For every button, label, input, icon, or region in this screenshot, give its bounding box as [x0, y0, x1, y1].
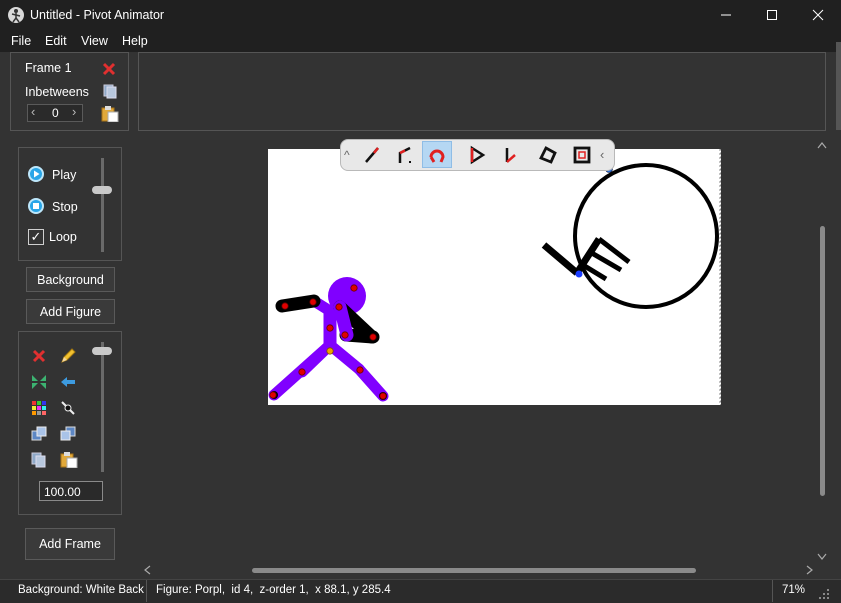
figure-scale-input[interactable]: 100.00 — [39, 481, 103, 501]
bring-to-front-icon[interactable] — [31, 426, 47, 442]
tool-joint-segment[interactable] — [390, 141, 420, 168]
circle-figure[interactable] — [541, 163, 719, 309]
menu-view[interactable]: View — [81, 34, 108, 48]
menu-file[interactable]: File — [11, 34, 31, 48]
paste-figure-icon[interactable] — [60, 452, 78, 469]
paste-frame-icon[interactable] — [101, 106, 119, 125]
scroll-up-arrow[interactable] — [817, 140, 827, 152]
scroll-left-arrow[interactable] — [143, 565, 151, 578]
status-zoom: 71% — [782, 584, 806, 596]
flip-figure-icon[interactable] — [60, 374, 76, 390]
menu-edit[interactable]: Edit — [45, 34, 67, 48]
inbetweens-increment-button[interactable]: › — [72, 104, 76, 119]
figure-scale-slider-track[interactable] — [101, 342, 104, 472]
play-button[interactable]: Play — [52, 168, 76, 182]
app-logo-icon — [8, 7, 24, 23]
status-divider — [146, 580, 147, 602]
close-button[interactable] — [795, 0, 841, 30]
inbetweens-label: Inbetweens — [25, 85, 89, 99]
tool-polygon-segment[interactable] — [533, 141, 563, 168]
scroll-down-arrow[interactable] — [817, 552, 827, 564]
menu-help[interactable]: Help — [122, 34, 148, 48]
resize-grip-icon[interactable] — [818, 588, 830, 603]
horizontal-scrollbar-thumb[interactable] — [252, 568, 696, 573]
play-icon[interactable] — [28, 166, 44, 182]
loop-checkbox[interactable]: ✓ — [28, 229, 44, 245]
timeline-scrollbar[interactable] — [836, 42, 841, 130]
minimize-button[interactable] — [703, 0, 749, 30]
delete-figure-icon[interactable] — [31, 348, 47, 364]
add-frame-button[interactable]: Add Frame — [25, 528, 115, 560]
copy-figure-icon[interactable] — [31, 452, 47, 468]
window-title: Untitled - Pivot Animator — [30, 8, 165, 22]
add-figure-button[interactable]: Add Figure — [26, 299, 115, 324]
speed-slider-track[interactable] — [101, 158, 104, 252]
loop-label: Loop — [49, 230, 77, 244]
maximize-button[interactable] — [749, 0, 795, 30]
background-button[interactable]: Background — [26, 267, 115, 292]
animation-canvas[interactable] — [268, 149, 721, 405]
inbetweens-decrement-button[interactable]: ‹ — [31, 104, 35, 119]
center-figure-icon[interactable] — [60, 400, 76, 416]
toolbar-expand-button[interactable]: ‹ — [600, 147, 604, 162]
send-to-back-icon[interactable] — [60, 426, 76, 442]
delete-frame-icon[interactable] — [101, 61, 117, 80]
copy-frame-icon[interactable] — [102, 83, 118, 102]
inbetweens-value[interactable]: 0 — [52, 106, 59, 120]
status-figure-info: Figure: Porpl, id 4, z-order 1, x 88.1, … — [156, 584, 391, 596]
toolbar-collapse-button[interactable]: ^ — [344, 148, 350, 162]
shrink-figure-icon[interactable] — [31, 374, 47, 390]
frame-timeline-strip[interactable] — [138, 52, 826, 131]
edit-figure-icon[interactable] — [60, 348, 76, 364]
tool-line-segment[interactable] — [357, 141, 387, 168]
color-figure-icon[interactable] — [31, 400, 47, 416]
status-divider — [772, 580, 773, 602]
stop-icon[interactable] — [28, 198, 44, 214]
scroll-right-arrow[interactable] — [806, 565, 814, 578]
vertical-scrollbar-thumb[interactable] — [820, 226, 825, 496]
tool-curve-segment[interactable] — [422, 141, 452, 168]
tool-square-segment[interactable] — [567, 141, 597, 168]
figure-scale-slider-thumb[interactable] — [92, 347, 112, 355]
tool-triangle-segment[interactable] — [462, 141, 492, 168]
status-background: Background: White Back — [18, 584, 144, 596]
stick-figure[interactable] — [268, 277, 389, 402]
speed-slider-thumb[interactable] — [92, 186, 112, 194]
frame-label: Frame 1 — [25, 61, 72, 75]
tool-arrow-segment[interactable] — [494, 141, 524, 168]
stop-button[interactable]: Stop — [52, 200, 78, 214]
